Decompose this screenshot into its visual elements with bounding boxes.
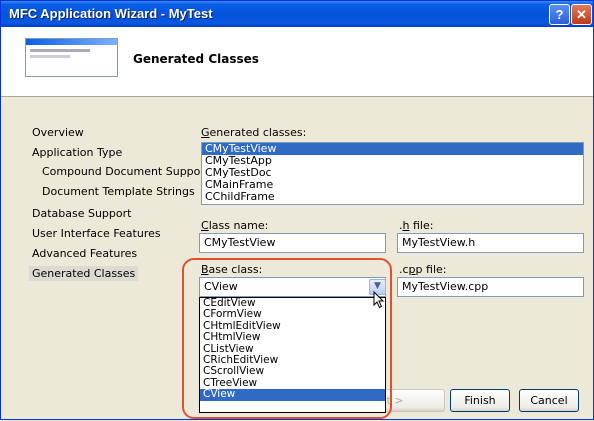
nav-item-advanced-features[interactable]: Advanced Features xyxy=(32,247,137,260)
cpp-file-label: .cpp file: xyxy=(399,263,446,276)
nav-item-application-type[interactable]: Application Type xyxy=(32,146,122,159)
title-bar[interactable]: MFC Application Wizard - MyTest ? ✕ xyxy=(1,1,593,27)
preview-menu-line xyxy=(30,49,90,52)
generated-classes-label-mnemonic: G xyxy=(201,126,210,139)
nav-item-compound-document-support[interactable]: Compound Document Support xyxy=(42,165,209,178)
help-icon: ? xyxy=(555,7,564,22)
nav-item-database-support[interactable]: Database Support xyxy=(32,207,131,220)
h-file-label-text: file: xyxy=(409,219,434,232)
nav-item-overview[interactable]: Overview xyxy=(32,126,84,139)
cpp-file-input[interactable]: MyTestView.cpp xyxy=(397,277,584,297)
nav-item-generated-classes[interactable]: Generated Classes xyxy=(29,266,139,281)
h-file-label: .h file: xyxy=(399,219,433,232)
cpp-file-label-text: p file: xyxy=(415,263,447,276)
class-name-label-mnemonic: C xyxy=(201,219,209,232)
class-name-label: Class name: xyxy=(201,219,268,232)
cpp-file-label-mnemonic: p xyxy=(408,263,416,276)
wizard-header: Generated Classes xyxy=(1,27,593,97)
cpp-file-label-prefix: .c xyxy=(399,263,409,276)
annotation-highlight-ring xyxy=(182,258,392,419)
close-icon: ✕ xyxy=(576,7,587,22)
preview-titlebar xyxy=(26,39,117,45)
mouse-cursor-icon xyxy=(373,291,385,309)
page-title: Generated Classes xyxy=(133,52,259,66)
wizard-preview-image xyxy=(25,38,118,77)
class-name-label-text: lass name: xyxy=(208,219,269,232)
cancel-button[interactable]: Cancel xyxy=(519,389,579,412)
h-file-input[interactable]: MyTestView.h xyxy=(397,233,584,253)
finish-button[interactable]: Finish xyxy=(450,389,510,412)
wizard-window: MFC Application Wizard - MyTest ? ✕ Gene… xyxy=(0,0,594,420)
close-button[interactable]: ✕ xyxy=(571,4,592,25)
wizard-nav: Overview Application Type Compound Docum… xyxy=(1,97,209,421)
preview-toolbar-line xyxy=(30,55,70,58)
generated-classes-label-text: enerated classes: xyxy=(209,126,307,139)
class-name-input[interactable]: CMyTestView xyxy=(199,233,386,253)
generated-classes-label: Generated classes: xyxy=(201,126,306,139)
nav-item-document-template-strings[interactable]: Document Template Strings xyxy=(42,185,195,198)
generated-classes-listbox[interactable]: CMyTestView CMyTestApp CMyTestDoc CMainF… xyxy=(201,142,584,205)
window-title: MFC Application Wizard - MyTest xyxy=(9,6,213,21)
help-button[interactable]: ? xyxy=(549,4,570,25)
list-item[interactable]: CChildFrame xyxy=(202,191,583,203)
nav-item-user-interface-features[interactable]: User Interface Features xyxy=(32,227,161,240)
